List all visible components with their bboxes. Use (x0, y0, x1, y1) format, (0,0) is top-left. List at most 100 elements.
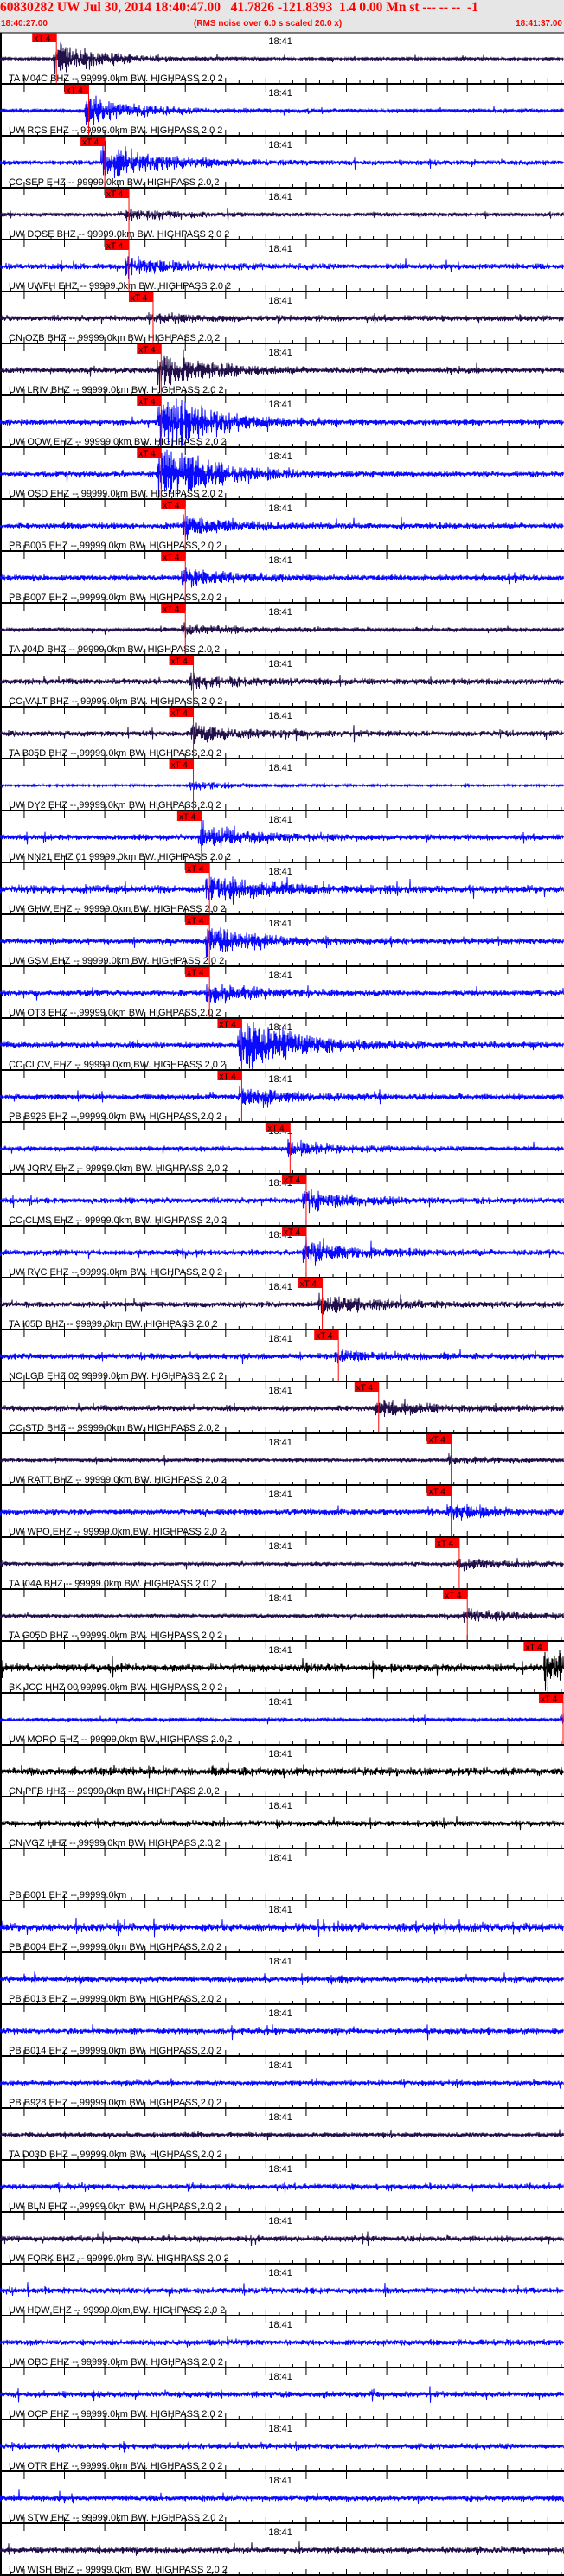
trace-panel: 18:41 CC SEP EHZ -- 99999.0km BW. HIGHPAS… (0, 137, 564, 195)
waveform-trace (0, 2129, 564, 2141)
trace-panel: 18:41 UW BLN EHZ -- 99999.0km BW. HIGHPAS… (0, 2164, 564, 2220)
trace-panel: 18:41 UW STW EHZ -- 99999.0km BW. HIGHPAS… (0, 2476, 564, 2531)
station-label: PB B007 EHZ -- 99999.0km BW. HIGHPASS 2.… (9, 593, 221, 603)
station-label: PB B001 EHZ -- 99999.0km (9, 1890, 126, 1900)
station-label: TA I04A BHZ -- 99999.0km BW. HIGHPASS 2.… (9, 1579, 216, 1589)
station-label: CC SEP EHZ -- 99999.0km BW. HIGHPASS 2.0… (9, 177, 220, 188)
station-label: UW HDW EHZ -- 99999.0km BW. HIGHPASS 2.0… (9, 2305, 225, 2316)
trace-panel: 18:41 UW DY2 EHZ -- 99999.0km BW. HIGHPAS… (0, 759, 564, 818)
trace-panel: 18:41 UW OOW EHZ -- 99999.0km BW. HIGHPAS… (0, 396, 564, 455)
minute-label: 18:41 (268, 503, 292, 514)
pick-label: xT 4 (187, 917, 204, 926)
waveform-trace (0, 312, 564, 325)
trace-panel: 18:41 UW WISH BHZ -- 99999.0km BW. HIGHPA… (0, 2528, 564, 2576)
station-label: UW RVC EHZ -- 99999.0km BW. HIGHPASS 2.0… (9, 1267, 222, 1278)
trace-panel: 18:41 UW FORK BHZ -- 99999.0km BW. HIGHPA… (0, 2216, 564, 2272)
pick-label: xT 4 (284, 1228, 301, 1238)
trace-panel: 18:41 TA D03D BHZ -- 99999.0km BW. HIGHPA… (0, 2112, 564, 2168)
minute-label: 18:41 (268, 711, 292, 721)
minute-label: 18:41 (268, 607, 292, 618)
station-label: BK JCC HHZ 00 99999.0km BW. HIGHPASS 2.0… (9, 1682, 222, 1693)
pick-label: xT 4 (82, 138, 99, 148)
waveform-trace (0, 2078, 564, 2089)
minute-label: 18:41 (268, 1541, 292, 1552)
minute-label: 18:41 (268, 2060, 292, 2071)
trace-panel: 18:41 PB B004 EHZ -- 99999.0km BW. HIGHPA… (0, 1905, 564, 1960)
minute-label: 18:41 (268, 971, 292, 981)
station-label: UW OT3 EHZ -- 99999.0km BW. HIGHPASS 2.0… (9, 1008, 221, 1018)
minute-label: 18:41 (268, 348, 292, 358)
waveform-trace (0, 1349, 564, 1365)
minute-label: 18:41 (268, 2216, 292, 2227)
station-label: UW FORK BHZ -- 99999.0km BW. HIGHPASS 2.… (9, 2253, 229, 2264)
waveform-trace (0, 2441, 564, 2453)
minute-label: 18:41 (268, 867, 292, 877)
waveform-trace (0, 1971, 564, 1988)
station-label: PB B014 EHZ -- 99999.0km BW. HIGHPASS 2.… (9, 2046, 221, 2056)
pick-label: xT 4 (163, 606, 180, 615)
trace-panel: 18:41 CC CLCV EHZ -- 99999.0km BW. HIGHPA… (0, 1019, 564, 1078)
minute-label: 18:41 (268, 1593, 292, 1604)
waveform-trace (0, 2386, 564, 2403)
waveform-trace (0, 1762, 564, 1779)
station-label: UW GSM EHZ -- 99999.0km BW. HIGHPASS 2.0… (9, 956, 224, 966)
station-label: UW OCP EHZ -- 99999.0km BW. HIGHPASS 2.0… (9, 2409, 223, 2419)
minute-label: 18:41 (268, 1386, 292, 1396)
station-label: TA J04D BHZ -- 99999.0km BW. HIGHPASS 2.… (9, 644, 220, 655)
pick-label: xT 4 (219, 1073, 236, 1082)
minute-label: 18:41 (268, 2112, 292, 2123)
trace-panel: 18:41 UW MORO EHZ -- 99999.0km BW. HIGHPA… (0, 1694, 564, 1753)
trace-panel: 18:41 TA G05D BHZ -- 99999.0km BW. HIGHPA… (0, 1590, 564, 1649)
station-label: CC VALT BHZ -- 99999.0km BW. HIGHPASS 2.… (9, 696, 222, 707)
pick-label: xT 4 (171, 761, 189, 771)
pick-label: xT 4 (138, 398, 156, 407)
station-label: UW NN21 EHZ 01 99999.0km BW. HIGHPASS 2.… (9, 852, 231, 862)
station-label: UW OBC EHZ -- 99999.0km BW. HIGHPASS 2.0… (9, 2357, 223, 2368)
waveform-trace (0, 984, 564, 1004)
minute-label: 18:41 (268, 1853, 292, 1863)
waveform-trace (0, 2231, 564, 2246)
minute-label: 18:41 (268, 815, 292, 825)
trace-panel: 18:41 CN VGZ HHZ -- 99999.0km BW. HIGHPAS… (0, 1801, 564, 1856)
waveform-trace (0, 1558, 564, 1572)
minute-label: 18:41 (268, 1905, 292, 1915)
pick-label: xT 4 (163, 502, 180, 511)
minute-label: 18:41 (268, 2320, 292, 2330)
minute-label: 18:41 (268, 2009, 292, 2019)
station-label: UW GHW EHZ -- 99999.0km BW. HIGHPASS 2.0… (9, 904, 226, 914)
minute-label: 18:41 (268, 244, 292, 254)
trace-panel: 18:41 UW UWFH EHZ -- 99999.0km BW. HIGHPA… (0, 240, 564, 299)
pick-label: xT 4 (138, 450, 156, 459)
station-label: UW RATT BHZ -- 99999.0km BW. HIGHPASS 2.… (9, 1475, 227, 1485)
minute-label: 18:41 (268, 763, 292, 773)
station-label: PB B004 EHZ -- 99999.0km BW. HIGHPASS 2.… (9, 1942, 221, 1952)
minute-label: 18:41 (268, 1074, 292, 1085)
minute-label: 18:41 (268, 2372, 292, 2382)
waveform-trace (0, 722, 564, 745)
trace-panel: 18:41 UW OTR EHZ -- 99999.0km BW. HIGHPAS… (0, 2424, 564, 2479)
minute-label: 18:41 (268, 2476, 292, 2486)
waveform-trace (0, 1712, 564, 1725)
trace-panel: 18:41 CN PFB HHZ -- 99999.0km BW. HIGHPAS… (0, 1749, 564, 1804)
pick-label: xT 4 (171, 657, 189, 667)
station-label: PB B013 EHZ -- 99999.0km BW. HIGHPASS 2.… (9, 1994, 221, 2004)
trace-panel: 18:41CC CLMS EHZ -- 99999.0km BW. HIGHPA… (0, 1175, 564, 1234)
waveform-trace (0, 1453, 564, 1466)
station-label: TA I05D BHZ -- 99999.0km BW. HIGHPASS 2.… (9, 1319, 218, 1330)
trace-panel: 18:41 CC STD BHZ -- 99999.0km BW. HIGHPAS… (0, 1382, 564, 1441)
minute-label: 18:41 (268, 1282, 292, 1292)
pick-label: xT 4 (163, 554, 180, 563)
station-label: CC CLMS EHZ -- 99999.0km BW. HIGHPASS 2.… (9, 1215, 227, 1226)
minute-label: 18:41 (268, 400, 292, 410)
trace-panel: 18:41 UW HDW EHZ -- 99999.0km BW. HIGHPAS… (0, 2268, 564, 2323)
waveform-trace (0, 95, 564, 125)
pick-label: xT 4 (525, 1644, 542, 1653)
waveform-trace (0, 42, 564, 75)
minute-label: 18:41 (268, 1022, 292, 1033)
minute-label: 18:41 (268, 36, 292, 47)
pick-label: xT 4 (541, 1695, 558, 1705)
pick-label: xT 4 (106, 190, 124, 200)
minute-label: 18:41 (268, 1801, 292, 1811)
station-label: UW UWFH EHZ -- 99999.0km BW. HIGHPASS 2.… (9, 281, 231, 292)
pick-label: xT 4 (429, 1436, 446, 1445)
